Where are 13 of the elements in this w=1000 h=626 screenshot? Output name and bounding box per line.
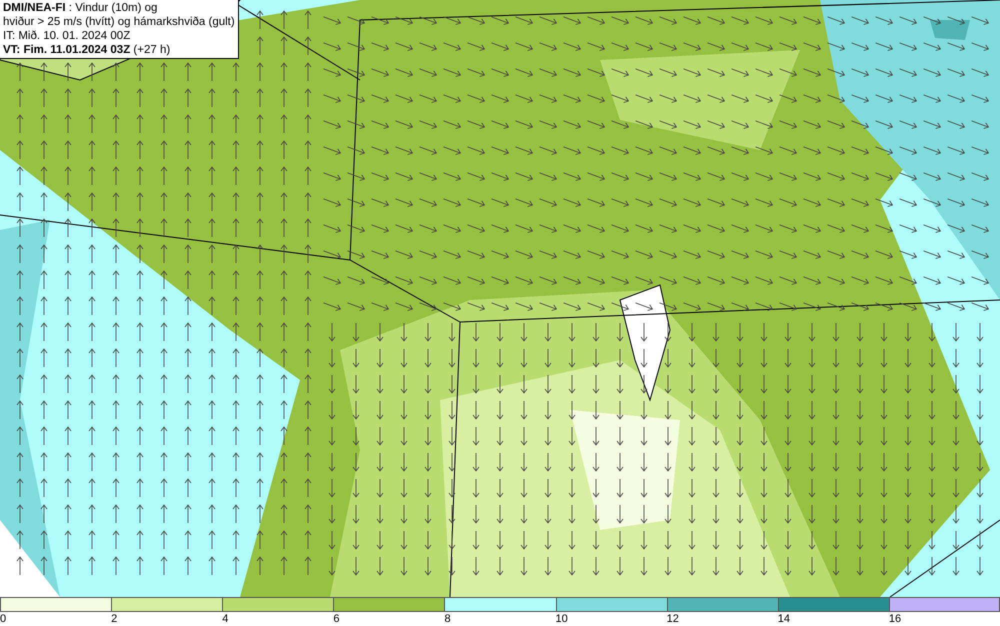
- legend-tick-label: 16: [888, 612, 902, 626]
- legend-tick-label: 6: [333, 612, 340, 626]
- legend-tick-label: 8: [444, 612, 451, 626]
- legend-tick-label: 4: [222, 612, 228, 626]
- title-text: IT: Mið. 10. 01. 2024 00Z: [3, 29, 132, 43]
- legend-tick-label: 12: [666, 612, 679, 626]
- legend-tick-label: 14: [778, 612, 790, 626]
- title-text: VT: Fim. 11.01.2024 03Z (+27 h): [3, 43, 172, 57]
- legend-tick-label: 10: [556, 612, 568, 626]
- title-text: hviður > 25 m/s (hvítt) og hámarkshviða (gult): [3, 15, 235, 29]
- title-text: DMI/NEA-FI : Vindur (10m) og: [3, 1, 158, 15]
- legend-tick-label: 0: [0, 612, 6, 626]
- legend-tick-label: 2: [111, 612, 118, 626]
